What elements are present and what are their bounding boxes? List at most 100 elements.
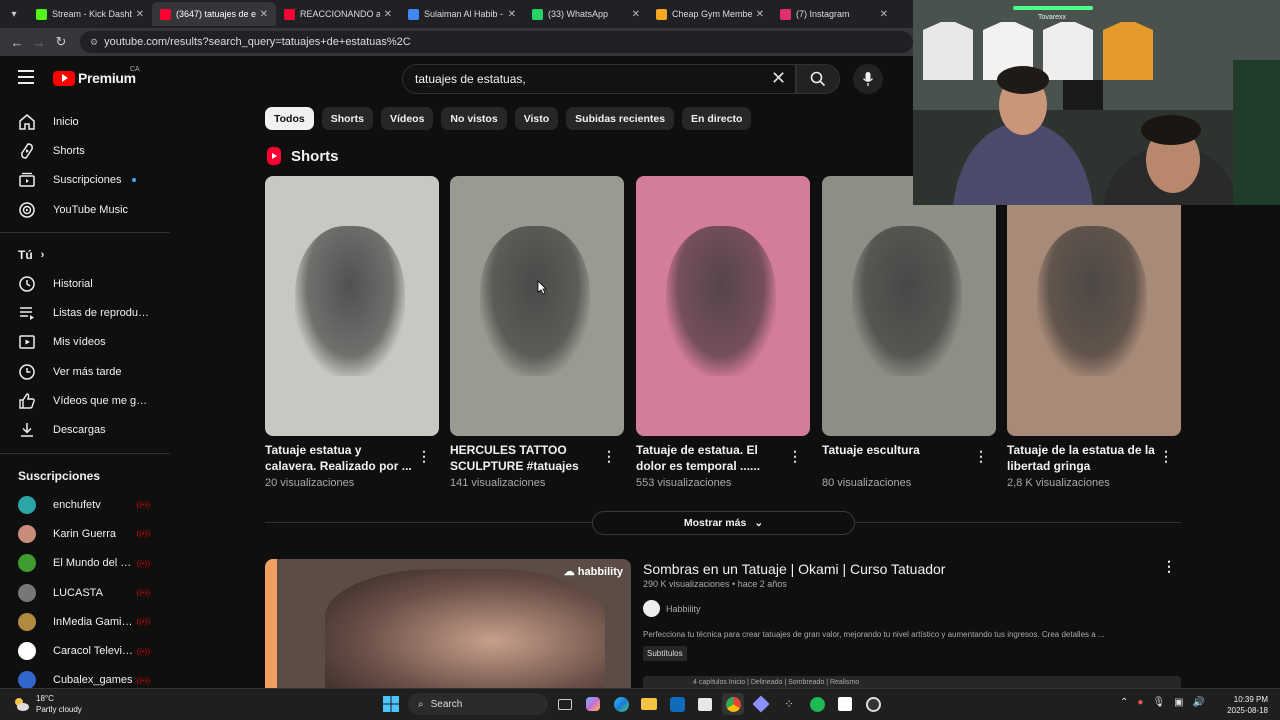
short-thumbnail[interactable]: [450, 176, 624, 436]
close-tab-icon[interactable]: ✕: [632, 9, 640, 20]
sidebar-item-ver-m-s-tarde[interactable]: Ver más tarde: [0, 357, 170, 386]
vpn-icon[interactable]: [750, 693, 772, 715]
subscription-item[interactable]: Caracol Televisión ((•)): [0, 636, 170, 665]
filter-chip[interactable]: No vistos: [441, 107, 507, 130]
browser-tab[interactable]: REACCIONANDO a lo ✕: [276, 2, 400, 26]
url-field[interactable]: ⚙ youtube.com/results?search_query=tatua…: [80, 31, 913, 53]
close-tab-icon[interactable]: ✕: [508, 9, 516, 20]
short-title: Tatuaje de la estatua de la libertad gri…: [1007, 443, 1155, 473]
taskbar-search[interactable]: ⌕ Search: [408, 693, 548, 715]
notes-icon[interactable]: [834, 693, 856, 715]
short-card[interactable]: HERCULES TATTOO SCULPTURE #tatuajes #in.…: [450, 176, 624, 489]
video-more-options-icon[interactable]: ⋮: [1162, 558, 1176, 575]
more-options-icon[interactable]: ⋮: [974, 448, 988, 465]
chrome-icon[interactable]: [722, 693, 744, 715]
close-tab-icon[interactable]: ✕: [880, 9, 888, 20]
file-explorer-icon[interactable]: [638, 693, 660, 715]
sidebar-item-historial[interactable]: Historial: [0, 269, 170, 298]
subscription-item[interactable]: InMedia Gaming ...((•)): [0, 607, 170, 636]
tray-app-icon[interactable]: ●: [1137, 697, 1143, 708]
subscription-item[interactable]: Karin Guerra ((•)): [0, 519, 170, 548]
store-icon[interactable]: [694, 693, 716, 715]
short-thumbnail[interactable]: [265, 176, 439, 436]
system-clock[interactable]: 10:39 PM 2025-08-18: [1224, 694, 1268, 716]
filter-chip[interactable]: En directo: [682, 107, 752, 130]
apps-grid-icon[interactable]: ⁘: [778, 693, 800, 715]
subscription-item[interactable]: enchufetv ((•)): [0, 490, 170, 519]
filter-chip[interactable]: Shorts: [321, 107, 373, 130]
spotify-icon[interactable]: [806, 693, 828, 715]
copilot-icon[interactable]: [582, 693, 604, 715]
menu-icon[interactable]: [18, 70, 34, 84]
more-options-icon[interactable]: ⋮: [417, 448, 431, 465]
sidebar-item-v-deos-que-me-gus[interactable]: Vídeos que me gus...: [0, 386, 170, 415]
browser-tab[interactable]: Stream - Kick Dashbo ✕: [28, 2, 152, 26]
browser-tab[interactable]: (33) WhatsApp ✕: [524, 2, 648, 26]
obs-icon[interactable]: [862, 693, 884, 715]
search-input[interactable]: tatuajes de estatuas,: [402, 64, 796, 94]
short-card[interactable]: Tatuaje estatua y calavera. Realizado po…: [265, 176, 439, 489]
video-channel[interactable]: Habbility: [643, 600, 701, 617]
outlook-icon[interactable]: [666, 693, 688, 715]
task-view-icon[interactable]: [554, 693, 576, 715]
clock-date: 2025-08-18: [1227, 706, 1268, 715]
more-options-icon[interactable]: ⋮: [1159, 448, 1173, 465]
microphone-tray-icon[interactable]: 🎙: [1152, 697, 1165, 708]
country-code: CA: [130, 66, 140, 73]
sidebar-item-youtube-music[interactable]: YouTube Music: [0, 195, 170, 224]
filter-chip[interactable]: Visto: [514, 107, 559, 130]
sidebar-item-descargas[interactable]: Descargas: [0, 416, 170, 445]
back-arrow-icon[interactable]: ←: [6, 35, 28, 50]
voice-search-button[interactable]: [853, 64, 883, 94]
youtube-logo[interactable]: Premium: [53, 70, 136, 86]
more-options-icon[interactable]: ⋮: [788, 448, 802, 465]
site-info-icon[interactable]: ⚙: [90, 37, 98, 48]
browser-tab[interactable]: Sulaiman Al Habib - I ✕: [400, 2, 524, 26]
short-thumbnail[interactable]: [822, 176, 996, 436]
clear-search-icon[interactable]: ✕: [771, 69, 786, 87]
filter-chip[interactable]: Todos: [265, 107, 314, 130]
short-thumbnail[interactable]: [1007, 176, 1181, 436]
more-options-icon[interactable]: ⋮: [602, 448, 616, 465]
sidebar-item-listas-de-reproducc[interactable]: Listas de reproducc...: [0, 298, 170, 327]
short-card[interactable]: Tatuaje de estatua. El dolor es temporal…: [636, 176, 810, 489]
sidebar-item-suscripciones[interactable]: Suscripciones: [0, 166, 170, 195]
video-title[interactable]: Sombras en un Tatuaje | Okami | Curso Ta…: [643, 561, 945, 577]
browser-tab[interactable]: (3647) tatuajes de est ✕: [152, 2, 276, 26]
live-indicator-icon: ((•)): [136, 500, 150, 510]
reload-icon[interactable]: ↻: [50, 34, 72, 50]
tray-overflow-icon[interactable]: ⌃: [1120, 697, 1128, 708]
close-tab-icon[interactable]: ✕: [260, 9, 268, 20]
filter-chip[interactable]: Subidas recientes: [566, 107, 675, 130]
subscription-item[interactable]: LUCASTA ((•)): [0, 578, 170, 607]
edge-icon[interactable]: [610, 693, 632, 715]
browser-tab[interactable]: (7) Instagram ✕: [772, 2, 896, 26]
sidebar-item-label: Listas de reproducc...: [53, 307, 153, 320]
close-tab-icon[interactable]: ✕: [136, 9, 144, 20]
download-icon: [18, 421, 36, 439]
video-chapters[interactable]: 4 capítulos Inicio | Delineado | Sombrea…: [643, 676, 1181, 688]
tab-search-chevron-icon[interactable]: ▾: [4, 4, 24, 24]
short-card[interactable]: Tatuaje escultura 80 visualizaciones ⋮: [822, 176, 996, 489]
short-title: Tatuaje estatua y calavera. Realizado po…: [265, 443, 412, 473]
close-tab-icon[interactable]: ✕: [756, 9, 764, 20]
short-card[interactable]: Tatuaje de la estatua de la libertad gri…: [1007, 176, 1181, 489]
network-icon[interactable]: ▣: [1174, 697, 1183, 708]
weather-widget[interactable]: 18°C Partly cloudy: [12, 693, 82, 715]
sidebar-item-inicio[interactable]: Inicio: [0, 107, 170, 136]
filter-chip[interactable]: Vídeos: [380, 107, 434, 130]
close-tab-icon[interactable]: ✕: [384, 9, 392, 20]
sidebar-item-shorts[interactable]: Shorts: [0, 136, 170, 165]
forward-arrow-icon[interactable]: →: [28, 35, 50, 50]
sidebar-item-mis-v-deos[interactable]: Mis vídeos: [0, 328, 170, 357]
short-thumbnail[interactable]: [636, 176, 810, 436]
windows-start-icon[interactable]: [380, 693, 402, 715]
show-more-button[interactable]: Mostrar más ⌄: [592, 511, 855, 535]
video-thumbnail[interactable]: ☁ habbility: [265, 559, 631, 689]
volume-icon[interactable]: 🔊: [1193, 697, 1205, 708]
search-button[interactable]: [796, 64, 840, 94]
browser-tab[interactable]: Cheap Gym Member ✕: [648, 2, 772, 26]
subscription-item[interactable]: Cubalex_games ((•)): [0, 666, 170, 688]
sidebar-you-header[interactable]: Tú ›: [0, 241, 170, 269]
subscription-item[interactable]: El Mundo del Ca... ((•)): [0, 549, 170, 578]
